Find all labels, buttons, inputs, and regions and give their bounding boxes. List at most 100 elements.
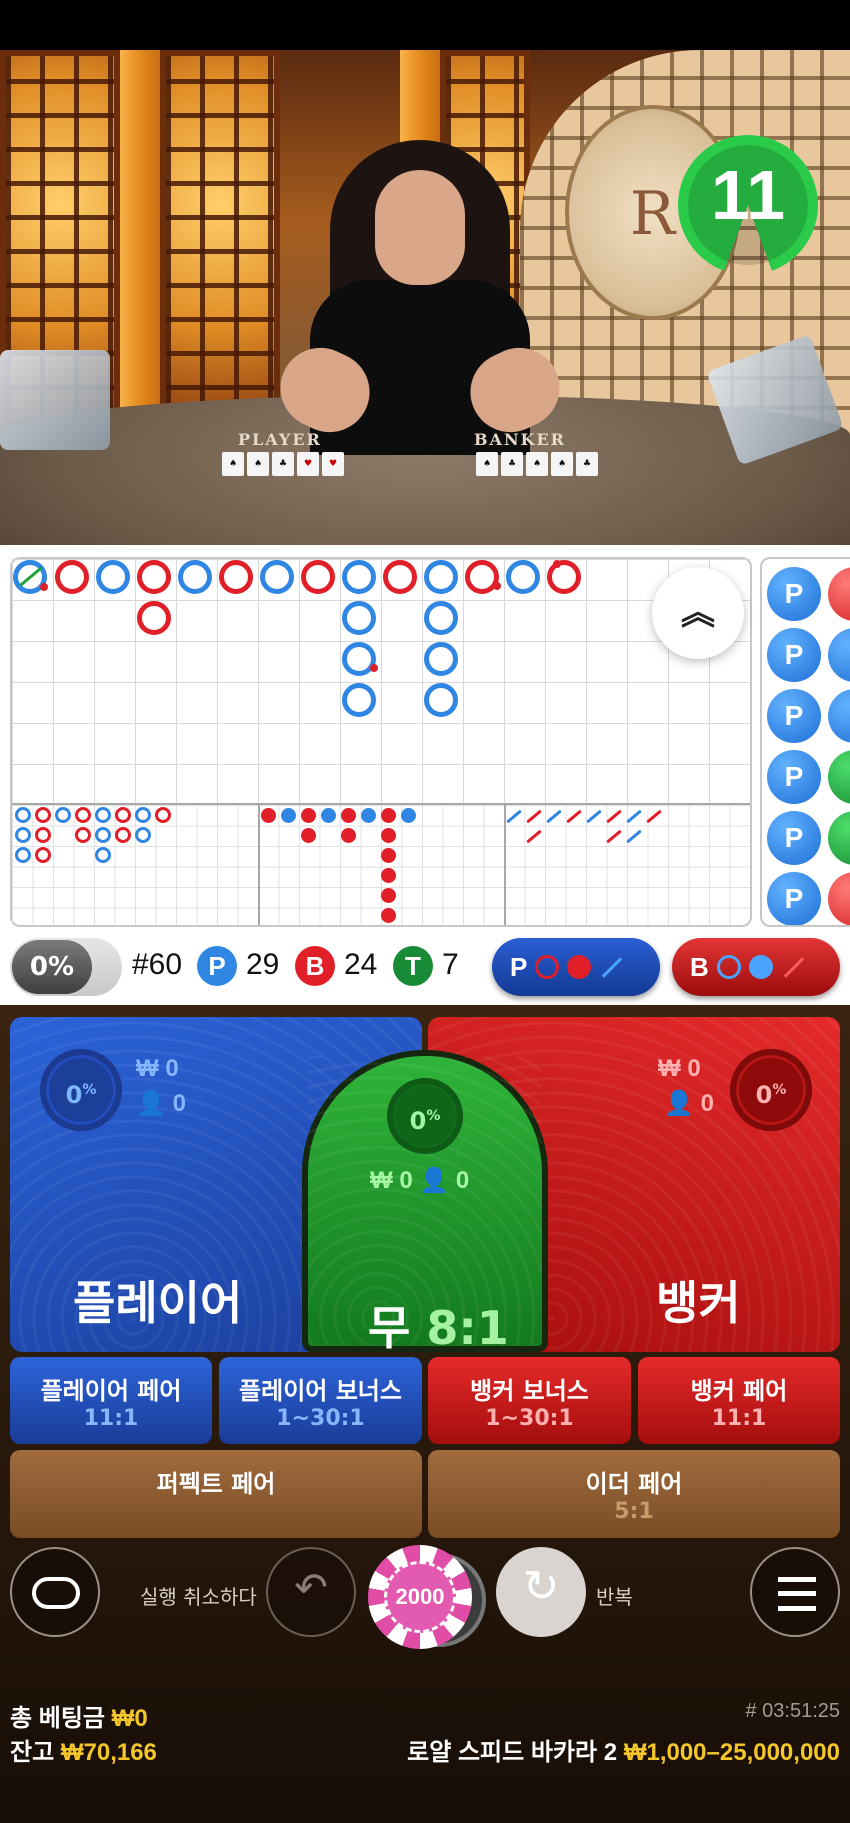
percent-toggle-knob: 0% [12, 940, 92, 994]
banker-percent: 0% [730, 1049, 812, 1131]
bead-plate: P P P P P P [760, 557, 850, 927]
card: ♣ [501, 452, 523, 476]
card: ♠ [247, 452, 269, 476]
undo-button[interactable]: ↶ [266, 1547, 356, 1637]
card: ♣ [272, 452, 294, 476]
bead-plate-player: P [767, 750, 821, 804]
big-eye-mark [35, 807, 51, 823]
small-road-mark [321, 808, 336, 823]
big-road-player [424, 683, 458, 717]
small-road-mark [381, 888, 396, 903]
game-id: # 03:51:25 [745, 1700, 840, 1722]
banker-bettor-count: 👤 0 [664, 1090, 714, 1117]
ring-icon [716, 955, 741, 979]
big-eye-mark [15, 807, 31, 823]
statistics-bar: 0% #60 P 29 B 24 T 7 P B [0, 930, 850, 1005]
big-road-player [178, 560, 212, 594]
bead-plate-player: P [767, 811, 821, 865]
big-road-player [506, 560, 540, 594]
player-wins-icon: P [197, 946, 237, 986]
slash-icon [602, 956, 623, 978]
banker-wins-count: 24 [344, 948, 378, 981]
big-road-banker [219, 560, 253, 594]
banker-pair-bet[interactable]: 뱅커 페어 11:1 [638, 1357, 840, 1444]
big-road-grid [12, 559, 750, 803]
banker-amount: ₩ 0 [658, 1055, 701, 1082]
banker-bonus-bet[interactable]: 뱅커 보너스 1~30:1 [428, 1357, 631, 1444]
person-icon: 👤 [664, 1090, 694, 1117]
big-road-player [342, 683, 376, 717]
bead-plate-player [828, 628, 850, 682]
big-road-player [260, 560, 294, 594]
selected-chip[interactable]: 2000 [368, 1545, 472, 1649]
card: ♣ [576, 452, 598, 476]
repeat-label: 반복 [596, 1585, 633, 1609]
small-road-mark [381, 808, 396, 823]
perfect-pair-bet[interactable]: 퍼펙트 페어 [10, 1450, 422, 1538]
either-pair-bet[interactable]: 이더 페어 5:1 [428, 1450, 840, 1538]
undo-label: 실행 취소하다 [140, 1585, 257, 1609]
big-road-banker [55, 560, 89, 594]
small-road-mark [381, 848, 396, 863]
player-pair-bet[interactable]: 플레이어 페어 11:1 [10, 1357, 212, 1444]
dealer [267, 90, 573, 455]
bead-plate-tie [828, 750, 850, 804]
dot-icon [748, 955, 773, 979]
video-toggle-button[interactable] [10, 1547, 100, 1637]
round-number: #60 [132, 948, 183, 981]
percent-toggle[interactable]: 0% [10, 938, 122, 996]
big-road-player [424, 642, 458, 676]
collapse-roadmap-button[interactable]: ︽ [652, 567, 744, 659]
small-road-mark [281, 808, 296, 823]
chevron-double-up-icon: ︽ [681, 593, 715, 633]
tie-count-icon: T [393, 946, 433, 986]
player-cards: ♠ ♠ ♣ ♥ ♥ [222, 452, 344, 476]
bead-plate-tie [828, 811, 850, 865]
small-road-mark [301, 828, 316, 843]
dot-icon [567, 955, 592, 979]
card: ♠ [551, 452, 573, 476]
banker-wins-icon: B [295, 946, 335, 986]
small-road-mark [341, 828, 356, 843]
card: ♠ [526, 452, 548, 476]
player-ask-button[interactable]: P [492, 938, 660, 996]
repeat-icon: ↻ [522, 1561, 560, 1612]
player-bettor-count: 👤 0 [136, 1090, 186, 1117]
tie-amount-and-bettors: ₩ 0 👤 0 [370, 1167, 470, 1194]
big-eye-mark [155, 807, 171, 823]
big-road-banker [547, 560, 581, 594]
small-road-mark [381, 828, 396, 843]
big-eye-mark [95, 807, 111, 823]
banker-cards: ♠ ♣ ♠ ♠ ♣ [476, 452, 598, 476]
card: ♠ [476, 452, 498, 476]
table-label-player: PLAYER [238, 430, 322, 449]
card: ♠ [222, 452, 244, 476]
small-road-mark [361, 808, 376, 823]
tie-percent: 0% [387, 1078, 463, 1154]
repeat-button[interactable]: ↻ [496, 1547, 586, 1637]
tie-bet-spot[interactable]: 0% ₩ 0 👤 0 무 8:1 [302, 1050, 548, 1355]
menu-button[interactable] [750, 1547, 840, 1637]
big-eye-mark [135, 827, 151, 843]
big-road-player [96, 560, 130, 594]
person-icon: 👤 [136, 1090, 166, 1117]
live-video-stream: R PLAYER BANKER ♠ ♠ ♣ ♥ ♥ ♠ ♣ ♠ ♠ ♣ 11 [0, 50, 850, 545]
slash-icon [783, 956, 805, 978]
big-road-player [424, 560, 458, 594]
undo-icon: ↶ [294, 1565, 328, 1611]
big-eye-mark [75, 827, 91, 843]
pair-dot [553, 560, 561, 568]
banker-ask-button[interactable]: B [672, 938, 840, 996]
table-info: 로얄 스피드 바카라 2 ₩1,000–25,000,000 [407, 1739, 840, 1766]
player-amount: ₩ 0 [136, 1055, 179, 1082]
player-ask-label: P [510, 951, 528, 982]
person-icon: 👤 [419, 1167, 450, 1194]
lattice-panel [160, 50, 280, 430]
player-percent: 0% [40, 1049, 122, 1131]
countdown-value: 11 [711, 156, 785, 234]
player-wins-count: 29 [246, 948, 280, 981]
big-road-banker [137, 560, 171, 594]
table-label-banker: BANKER [474, 430, 566, 449]
big-eye-mark [135, 807, 151, 823]
player-bonus-bet[interactable]: 플레이어 보너스 1~30:1 [219, 1357, 422, 1444]
